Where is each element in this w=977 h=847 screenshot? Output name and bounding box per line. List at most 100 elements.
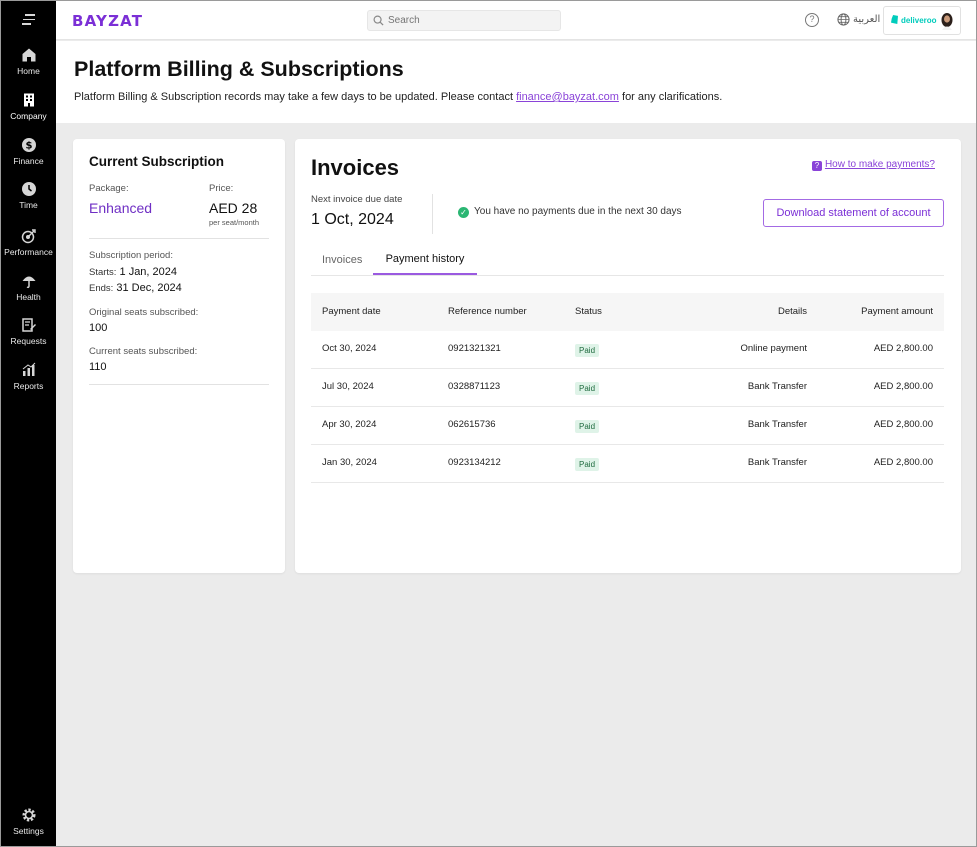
- period-label: Subscription period:: [89, 250, 173, 261]
- payment-history-table: Payment date Reference number Status Det…: [311, 293, 944, 483]
- finance-email-link[interactable]: finance@bayzat.com: [516, 91, 619, 103]
- sidebar-item-label: Performance: [4, 247, 53, 257]
- check-circle-icon: ✓: [458, 207, 469, 218]
- payment-details: Bank Transfer: [747, 381, 807, 392]
- status-badge: Paid: [575, 458, 600, 471]
- current-seats-label: Current seats subscribed:: [89, 346, 198, 357]
- sidebar-item-label: Home: [17, 66, 40, 76]
- table-row[interactable]: Apr 30, 2024 062615736 Paid Bank Transfe…: [311, 407, 944, 445]
- how-to-pay-link[interactable]: ? How to make payments?: [811, 159, 935, 171]
- payment-date: Oct 30, 2024: [322, 343, 377, 354]
- company-logo: deliveroo: [891, 15, 937, 25]
- globe-icon[interactable]: [837, 13, 850, 26]
- sidebar-item-label: Health: [16, 292, 41, 302]
- bayzat-logo[interactable]: BAYZAT: [72, 12, 143, 30]
- divider: [432, 194, 433, 234]
- column-header[interactable]: Payment date: [322, 306, 381, 317]
- next-due-value: 1 Oct, 2024: [311, 211, 394, 228]
- avatar[interactable]: [939, 12, 955, 30]
- table-row[interactable]: Jan 30, 2024 0923134212 Paid Bank Transf…: [311, 445, 944, 483]
- current-subscription-card: Current Subscription Package: Enhanced P…: [73, 139, 285, 573]
- page-subtitle: Platform Billing & Subscription records …: [74, 91, 723, 103]
- sidebar-item-reports[interactable]: Reports: [1, 362, 56, 391]
- column-header[interactable]: Payment amount: [861, 306, 933, 317]
- column-header[interactable]: Reference number: [448, 306, 527, 317]
- sidebar-item-settings[interactable]: Settings: [1, 807, 56, 836]
- gear-icon: [22, 808, 35, 822]
- edit-document-icon: [21, 318, 36, 332]
- bar-chart-icon: [22, 362, 35, 376]
- invoices-title: Invoices: [311, 155, 400, 180]
- page-title: Platform Billing & Subscriptions: [74, 57, 404, 81]
- tab-invoices[interactable]: Invoices: [322, 254, 362, 274]
- company-switcher[interactable]: deliveroo: [883, 6, 961, 35]
- download-statement-button[interactable]: Download statement of account: [763, 199, 944, 227]
- sidebar-item-label: Reports: [13, 381, 44, 391]
- app-window: Home Company $ Finance Time Performance …: [0, 0, 977, 847]
- table-header: Payment date Reference number Status Det…: [311, 293, 944, 331]
- sidebar-item-company[interactable]: Company: [1, 92, 56, 121]
- payment-amount: AED 2,800.00: [873, 343, 933, 354]
- svg-text:$: $: [25, 141, 32, 152]
- dollar-icon: $: [21, 138, 36, 152]
- building-icon: [23, 93, 34, 107]
- status-badge: Paid: [575, 382, 600, 395]
- sidebar-item-label: Company: [10, 111, 47, 121]
- search-icon: [373, 15, 384, 26]
- invoices-card: Invoices ? How to make payments? Next inv…: [295, 139, 961, 573]
- payment-details: Bank Transfer: [747, 419, 807, 430]
- sidebar-item-time[interactable]: Time: [1, 181, 56, 210]
- price-label: Price:: [209, 183, 234, 194]
- payment-amount: AED 2,800.00: [873, 419, 933, 430]
- table-row[interactable]: Jul 30, 2024 0328871123 Paid Bank Transf…: [311, 369, 944, 407]
- page-header: Platform Billing & Subscriptions Platfor…: [56, 41, 976, 123]
- target-icon: [21, 229, 36, 244]
- price-unit: per seat/month: [209, 218, 260, 227]
- reference-number: 0923134212: [448, 457, 501, 468]
- sidebar-item-home[interactable]: Home: [1, 47, 56, 76]
- sidebar-item-requests[interactable]: Requests: [1, 317, 56, 346]
- column-header[interactable]: Details: [778, 306, 807, 317]
- payment-amount: AED 2,800.00: [873, 457, 933, 468]
- clock-icon: [21, 182, 36, 196]
- search-box[interactable]: [367, 10, 561, 31]
- divider: [89, 384, 269, 385]
- payment-date: Jul 30, 2024: [322, 381, 374, 392]
- period-start: Starts: 1 Jan, 2024: [89, 266, 178, 278]
- sidebar-item-health[interactable]: Health: [1, 273, 56, 302]
- subscription-title: Current Subscription: [89, 154, 225, 169]
- menu-toggle-icon[interactable]: [22, 14, 36, 26]
- sidebar-item-label: Settings: [13, 826, 44, 836]
- sidebar-item-performance[interactable]: Performance: [1, 228, 56, 257]
- sidebar-item-finance[interactable]: $ Finance: [1, 137, 56, 166]
- table-row[interactable]: Oct 30, 2024 0921321321 Paid Online paym…: [311, 331, 944, 369]
- original-seats-label: Original seats subscribed:: [89, 307, 199, 318]
- next-due-label: Next invoice due date: [311, 194, 403, 205]
- column-header[interactable]: Status: [575, 306, 602, 317]
- language-switch[interactable]: العربية: [853, 14, 880, 25]
- original-seats-value: 100: [89, 322, 108, 334]
- payment-amount: AED 2,800.00: [873, 381, 933, 392]
- current-seats-value: 110: [89, 361, 107, 373]
- divider: [89, 238, 269, 239]
- umbrella-icon: [22, 276, 35, 289]
- payment-details: Online payment: [740, 343, 807, 354]
- sidebar-item-label: Time: [19, 200, 38, 210]
- help-chat-icon: ?: [811, 161, 822, 171]
- package-value: Enhanced: [89, 200, 153, 216]
- payment-date: Apr 30, 2024: [322, 419, 377, 430]
- reference-number: 0328871123: [448, 381, 501, 392]
- reference-number: 062615736: [448, 419, 496, 430]
- invoice-tabs: Invoices Payment history: [311, 248, 944, 276]
- help-icon[interactable]: ?: [805, 13, 819, 27]
- home-icon: [22, 48, 35, 62]
- reference-number: 0921321321: [448, 343, 501, 354]
- tab-payment-history[interactable]: Payment history: [373, 253, 477, 275]
- sidebar-item-label: Requests: [10, 336, 47, 346]
- search-input[interactable]: [388, 13, 556, 28]
- sidebar: Home Company $ Finance Time Performance …: [1, 1, 56, 846]
- price-value: AED 28: [209, 200, 258, 216]
- payment-details: Bank Transfer: [747, 457, 807, 468]
- no-payments-notice: ✓ You have no payments due in the next 30…: [458, 206, 682, 218]
- status-badge: Paid: [575, 344, 600, 357]
